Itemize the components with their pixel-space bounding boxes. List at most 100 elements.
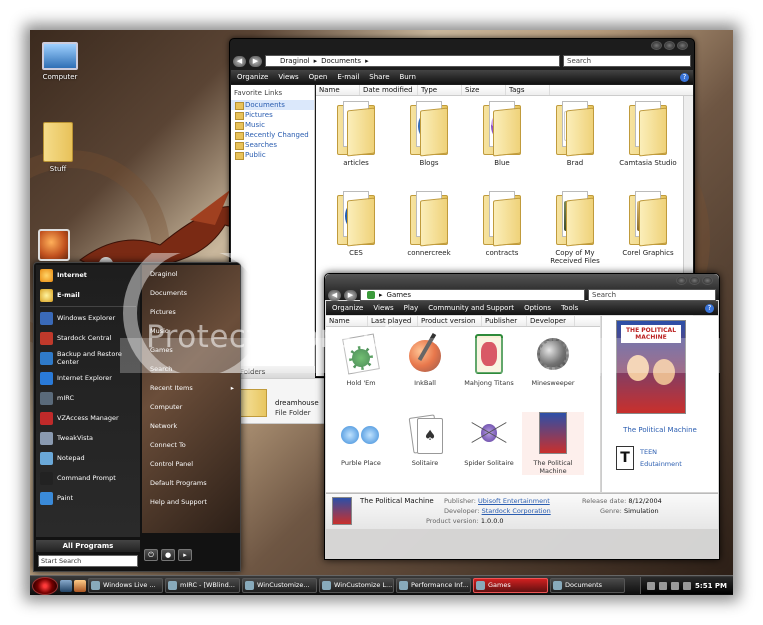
- start-item-recent[interactable]: Backup and Restore Center: [36, 348, 140, 368]
- breadcrumb-item[interactable]: Documents: [321, 57, 361, 65]
- games-window[interactable]: ◀ ▶ ▸ Games Search Organize Views Play C…: [324, 273, 720, 560]
- start-item-recent[interactable]: Windows Explorer: [36, 308, 140, 328]
- address-box[interactable]: Draginol ▸ Documents ▸: [265, 55, 560, 67]
- volume-icon[interactable]: [671, 581, 680, 590]
- email-button[interactable]: E-mail: [337, 73, 359, 81]
- game-item[interactable]: ♠ Solitaire: [394, 412, 456, 467]
- column-header-name[interactable]: Name: [326, 316, 368, 326]
- game-item[interactable]: Hold 'Em: [330, 332, 392, 387]
- organize-button[interactable]: Organize: [237, 73, 268, 81]
- desktop-icon-computer[interactable]: Computer: [30, 42, 90, 81]
- desktop-icon-stuff[interactable]: Stuff: [30, 122, 88, 173]
- start-place-item[interactable]: Default Programs: [142, 474, 240, 493]
- minimize-button[interactable]: [651, 41, 662, 50]
- community-support-button[interactable]: Community and Support: [428, 304, 514, 312]
- lock-icon[interactable]: ●: [161, 549, 175, 561]
- user-picture-icon[interactable]: [38, 229, 70, 261]
- views-button[interactable]: Views: [373, 304, 393, 312]
- folder-item[interactable]: contracts: [466, 191, 538, 257]
- start-item-recent[interactable]: Notepad: [36, 448, 140, 468]
- start-place-item[interactable]: Search: [142, 360, 240, 379]
- start-place-item[interactable]: Help and Support: [142, 493, 240, 512]
- start-item-recent[interactable]: Stardock Central: [36, 328, 140, 348]
- options-button[interactable]: Options: [524, 304, 551, 312]
- favorite-link-music[interactable]: Music: [231, 120, 314, 130]
- start-place-item[interactable]: Network: [142, 417, 240, 436]
- column-header-size[interactable]: Size: [462, 85, 506, 95]
- breadcrumb-item[interactable]: Draginol: [280, 57, 310, 65]
- start-menu[interactable]: Internet E-mail Windows Explorer Stardock…: [33, 229, 241, 572]
- start-item-recent[interactable]: mIRC: [36, 388, 140, 408]
- start-place-item[interactable]: Connect To: [142, 436, 240, 455]
- start-place-item[interactable]: Control Panel: [142, 455, 240, 474]
- start-place-item[interactable]: Recent Items: [142, 379, 240, 398]
- favorite-link-recently-changed[interactable]: Recently Changed: [231, 130, 314, 140]
- start-item-recent[interactable]: Paint: [36, 488, 140, 508]
- tray-icon[interactable]: [659, 581, 668, 590]
- search-input[interactable]: Search: [563, 55, 691, 67]
- start-button[interactable]: [32, 576, 58, 595]
- taskbar-button[interactable]: Documents: [550, 578, 625, 593]
- game-item[interactable]: The Political Machine: [522, 412, 584, 475]
- folder-item[interactable]: Blogs: [393, 101, 465, 167]
- start-place-item[interactable]: Pictures: [142, 303, 240, 322]
- clock[interactable]: 5:51 PM: [695, 582, 727, 590]
- publisher-link[interactable]: Ubisoft Entertainment: [478, 497, 550, 505]
- start-place-item[interactable]: Games: [142, 341, 240, 360]
- play-button[interactable]: Play: [404, 304, 419, 312]
- help-icon[interactable]: ?: [680, 72, 689, 82]
- column-header-product-version[interactable]: Product version: [418, 316, 482, 326]
- game-item[interactable]: Minesweeper: [522, 332, 584, 387]
- folder-item[interactable]: CES: [320, 191, 392, 257]
- start-item-internet[interactable]: Internet: [36, 265, 140, 285]
- start-place-item[interactable]: Music: [142, 322, 240, 341]
- start-item-recent[interactable]: TweakVista: [36, 428, 140, 448]
- column-header-last-played[interactable]: Last played: [368, 316, 418, 326]
- folder-item[interactable]: Corel Graphics: [612, 191, 684, 257]
- views-button[interactable]: Views: [278, 73, 298, 81]
- games-titlebar[interactable]: ◀ ▶ ▸ Games Search: [325, 274, 719, 301]
- back-button[interactable]: ◀: [328, 289, 341, 301]
- column-header-developer[interactable]: Developer: [527, 316, 575, 326]
- start-place-item[interactable]: Computer: [142, 398, 240, 417]
- taskbar-button[interactable]: Games: [473, 578, 548, 593]
- maximize-button[interactable]: [689, 276, 700, 285]
- start-item-recent[interactable]: Command Prompt: [36, 468, 140, 488]
- favorite-link-searches[interactable]: Searches: [231, 140, 314, 150]
- folder-item[interactable]: Camtasia Studio: [612, 101, 684, 167]
- power-icon[interactable]: ⏻: [144, 549, 158, 561]
- maximize-button[interactable]: [664, 41, 675, 50]
- start-item-email[interactable]: E-mail: [36, 285, 140, 305]
- back-button[interactable]: ◀: [233, 55, 246, 67]
- share-button[interactable]: Share: [369, 73, 389, 81]
- folder-item[interactable]: Copy of My Received Files: [539, 191, 611, 265]
- start-item-recent[interactable]: Internet Explorer: [36, 368, 140, 388]
- column-header-publisher[interactable]: Publisher: [482, 316, 527, 326]
- folder-item[interactable]: Blue: [466, 101, 538, 167]
- folder-item[interactable]: connercreek: [393, 191, 465, 257]
- game-rating[interactable]: TEEN: [640, 448, 657, 456]
- all-programs-button[interactable]: All Programs: [36, 540, 140, 552]
- taskbar-button[interactable]: Performance Inf...: [396, 578, 471, 593]
- address-box[interactable]: ▸ Games: [360, 289, 585, 301]
- forward-button[interactable]: ▶: [344, 289, 357, 301]
- organize-button[interactable]: Organize: [332, 304, 363, 312]
- minimize-button[interactable]: [676, 276, 687, 285]
- breadcrumb-item[interactable]: Games: [387, 291, 412, 299]
- game-item[interactable]: Spider Solitaire: [458, 412, 520, 467]
- open-button[interactable]: Open: [309, 73, 328, 81]
- taskbar-button[interactable]: Windows Live ...: [88, 578, 163, 593]
- column-header-tags[interactable]: Tags: [506, 85, 550, 95]
- burn-button[interactable]: Burn: [400, 73, 416, 81]
- taskbar-button[interactable]: WinCustomize...: [242, 578, 317, 593]
- start-search-input[interactable]: Start Search: [38, 555, 138, 567]
- column-header-date[interactable]: Date modified: [360, 85, 418, 95]
- column-header-type[interactable]: Type: [418, 85, 462, 95]
- game-item[interactable]: InkBall: [394, 332, 456, 387]
- game-item[interactable]: Mahjong Titans: [458, 332, 520, 387]
- search-input[interactable]: Search: [588, 289, 716, 301]
- favorite-link-public[interactable]: Public: [231, 150, 314, 160]
- shutdown-options-button[interactable]: ▸: [178, 549, 192, 561]
- help-icon[interactable]: ?: [705, 303, 714, 313]
- game-item[interactable]: Purble Place: [330, 412, 392, 467]
